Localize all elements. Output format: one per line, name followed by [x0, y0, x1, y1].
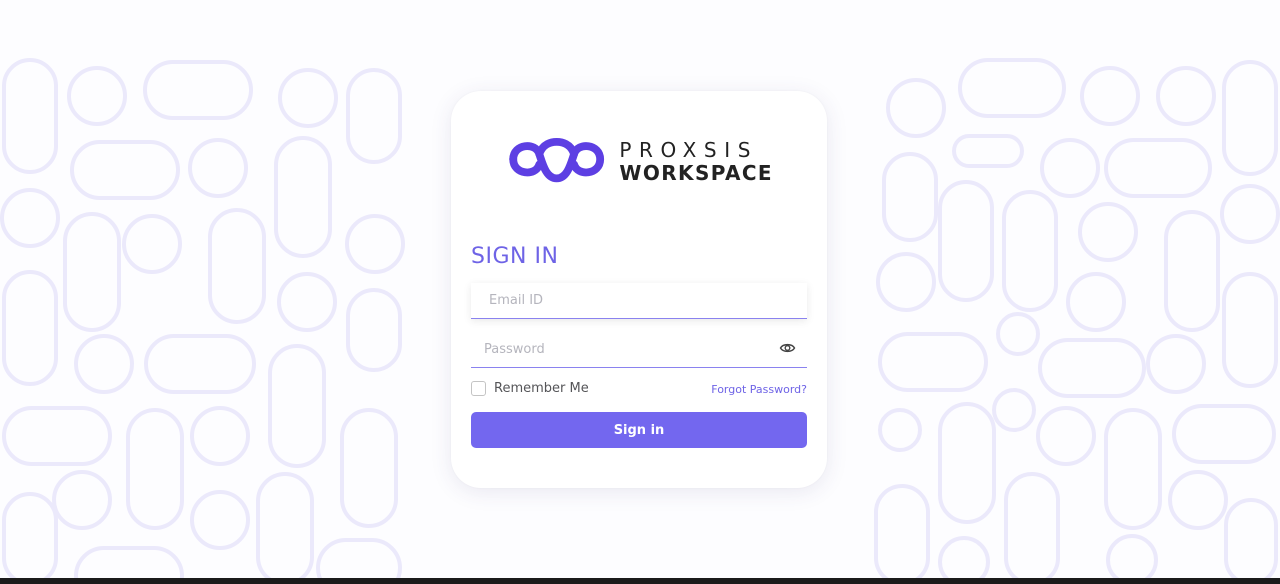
eye-icon[interactable] — [779, 341, 796, 355]
sign-in-button[interactable]: Sign in — [471, 412, 807, 448]
bottom-edge-bar — [0, 578, 1280, 584]
logo-text-workspace: WORKSPACE — [619, 160, 773, 185]
login-page: PROXSIS WORKSPACE SIGN IN Remember Me Fo… — [0, 0, 1280, 584]
brand-logo: PROXSIS WORKSPACE — [508, 130, 773, 192]
logo-text-proxsis: PROXSIS — [619, 137, 759, 162]
forgot-password-link[interactable]: Forgot Password? — [711, 383, 807, 396]
infinity-knot-icon — [509, 137, 605, 183]
password-field[interactable] — [471, 331, 807, 368]
email-field[interactable] — [471, 283, 807, 319]
remember-me-label: Remember Me — [494, 381, 589, 396]
page-title: SIGN IN — [471, 244, 559, 269]
remember-me[interactable]: Remember Me — [471, 381, 589, 396]
remember-me-checkbox[interactable] — [471, 381, 486, 396]
